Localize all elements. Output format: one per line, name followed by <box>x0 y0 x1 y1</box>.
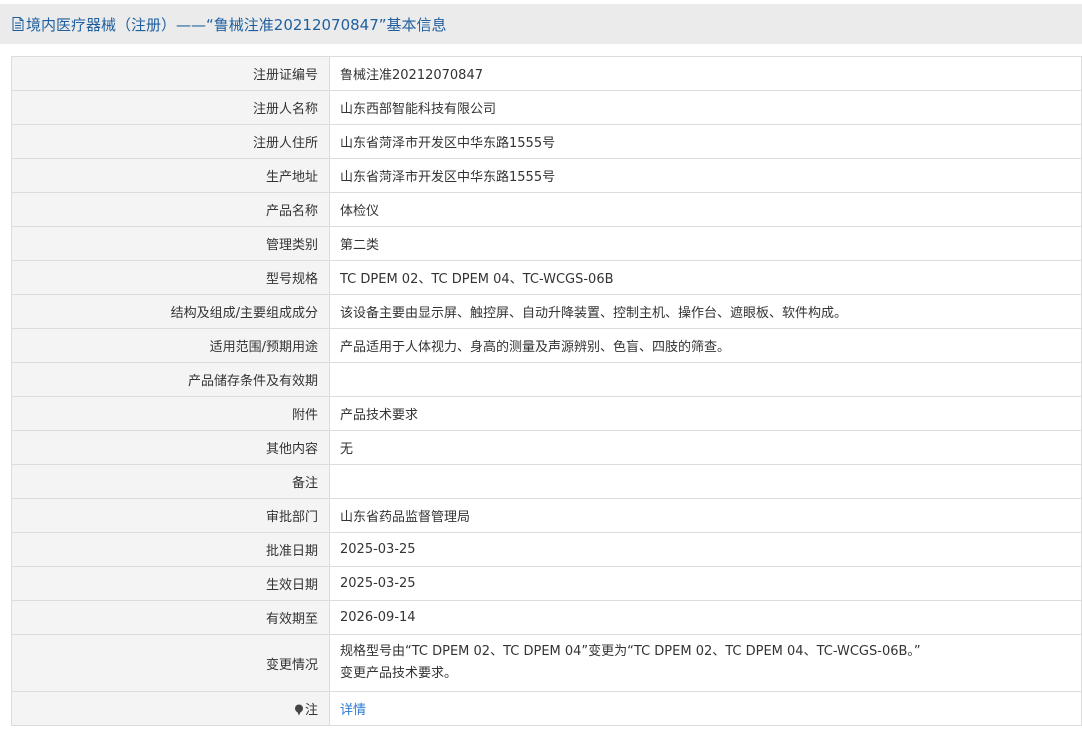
note-label-cell: 注 <box>11 691 330 726</box>
row-value <box>329 362 1082 397</box>
table-row: 产品储存条件及有效期 <box>11 362 1082 397</box>
change-line: 规格型号由“TC DPEM 02、TC DPEM 04”变更为“TC DPEM … <box>340 644 921 659</box>
row-label: 生效日期 <box>11 566 330 601</box>
row-label: 注册证编号 <box>11 56 330 91</box>
page-header: 境内医疗器械（注册）——“鲁械注准20212070847”基本信息 <box>0 4 1082 44</box>
row-value: 山东省药品监督管理局 <box>329 498 1082 533</box>
change-line: 变更产品技术要求。 <box>340 666 458 681</box>
row-label: 批准日期 <box>11 532 330 567</box>
row-value <box>329 464 1082 499</box>
change-value: 规格型号由“TC DPEM 02、TC DPEM 04”变更为“TC DPEM … <box>329 634 1082 692</box>
row-value: 山东西部智能科技有限公司 <box>329 90 1082 125</box>
note-value: 详情 <box>329 691 1082 726</box>
table-row: 审批部门 山东省药品监督管理局 <box>11 498 1082 533</box>
detail-link[interactable]: 详情 <box>340 703 366 718</box>
row-value: 产品技术要求 <box>329 396 1082 431</box>
row-label: 型号规格 <box>11 260 330 295</box>
row-value: 第二类 <box>329 226 1082 261</box>
info-table: 注册证编号 鲁械注准20212070847 注册人名称 山东西部智能科技有限公司… <box>11 56 1082 726</box>
table-row: 结构及组成/主要组成成分 该设备主要由显示屏、触控屏、自动升降装置、控制主机、操… <box>11 294 1082 329</box>
table-row: 型号规格 TC DPEM 02、TC DPEM 04、TC-WCGS-06B <box>11 260 1082 295</box>
table-row: 有效期至 2026-09-14 <box>11 600 1082 635</box>
row-value: 该设备主要由显示屏、触控屏、自动升降装置、控制主机、操作台、遮眼板、软件构成。 <box>329 294 1082 329</box>
row-label: 备注 <box>11 464 330 499</box>
row-label: 有效期至 <box>11 600 330 635</box>
page-title: 境内医疗器械（注册）——“鲁械注准20212070847”基本信息 <box>26 15 447 34</box>
row-value: 2025-03-25 <box>329 532 1082 567</box>
row-label: 注册人住所 <box>11 124 330 159</box>
table-row: 管理类别 第二类 <box>11 226 1082 261</box>
row-label: 产品名称 <box>11 192 330 227</box>
row-label: 管理类别 <box>11 226 330 261</box>
row-value: 2025-03-25 <box>329 566 1082 601</box>
row-value: 山东省菏泽市开发区中华东路1555号 <box>329 124 1082 159</box>
row-value: 无 <box>329 430 1082 465</box>
row-label: 产品储存条件及有效期 <box>11 362 330 397</box>
table-row: 备注 <box>11 464 1082 499</box>
row-label: 结构及组成/主要组成成分 <box>11 294 330 329</box>
table-row: 注册人名称 山东西部智能科技有限公司 <box>11 90 1082 125</box>
table-row: 产品名称 体检仪 <box>11 192 1082 227</box>
table-row: 生产地址 山东省菏泽市开发区中华东路1555号 <box>11 158 1082 193</box>
row-label: 附件 <box>11 396 330 431</box>
row-value: 山东省菏泽市开发区中华东路1555号 <box>329 158 1082 193</box>
row-label: 变更情况 <box>11 634 330 692</box>
row-label: 审批部门 <box>11 498 330 533</box>
note-row: 注 详情 <box>11 691 1082 726</box>
row-label: 适用范围/预期用途 <box>11 328 330 363</box>
change-row: 变更情况 规格型号由“TC DPEM 02、TC DPEM 04”变更为“TC … <box>11 634 1082 692</box>
document-icon <box>12 17 24 31</box>
row-value: 产品适用于人体视力、身高的测量及声源辨别、色盲、四肢的筛查。 <box>329 328 1082 363</box>
note-label: 注 <box>304 703 318 718</box>
row-label: 注册人名称 <box>11 90 330 125</box>
table-row: 附件 产品技术要求 <box>11 396 1082 431</box>
row-value: 鲁械注准20212070847 <box>329 56 1082 91</box>
row-value: 体检仪 <box>329 192 1082 227</box>
table-row: 生效日期 2025-03-25 <box>11 566 1082 601</box>
table-row: 适用范围/预期用途 产品适用于人体视力、身高的测量及声源辨别、色盲、四肢的筛查。 <box>11 328 1082 363</box>
row-value: TC DPEM 02、TC DPEM 04、TC-WCGS-06B <box>329 260 1082 295</box>
pin-icon <box>294 704 303 716</box>
row-label: 生产地址 <box>11 158 330 193</box>
row-value: 2026-09-14 <box>329 600 1082 635</box>
table-row: 批准日期 2025-03-25 <box>11 532 1082 567</box>
table-row: 注册证编号 鲁械注准20212070847 <box>11 56 1082 91</box>
row-label: 其他内容 <box>11 430 330 465</box>
table-row: 注册人住所 山东省菏泽市开发区中华东路1555号 <box>11 124 1082 159</box>
table-row: 其他内容 无 <box>11 430 1082 465</box>
